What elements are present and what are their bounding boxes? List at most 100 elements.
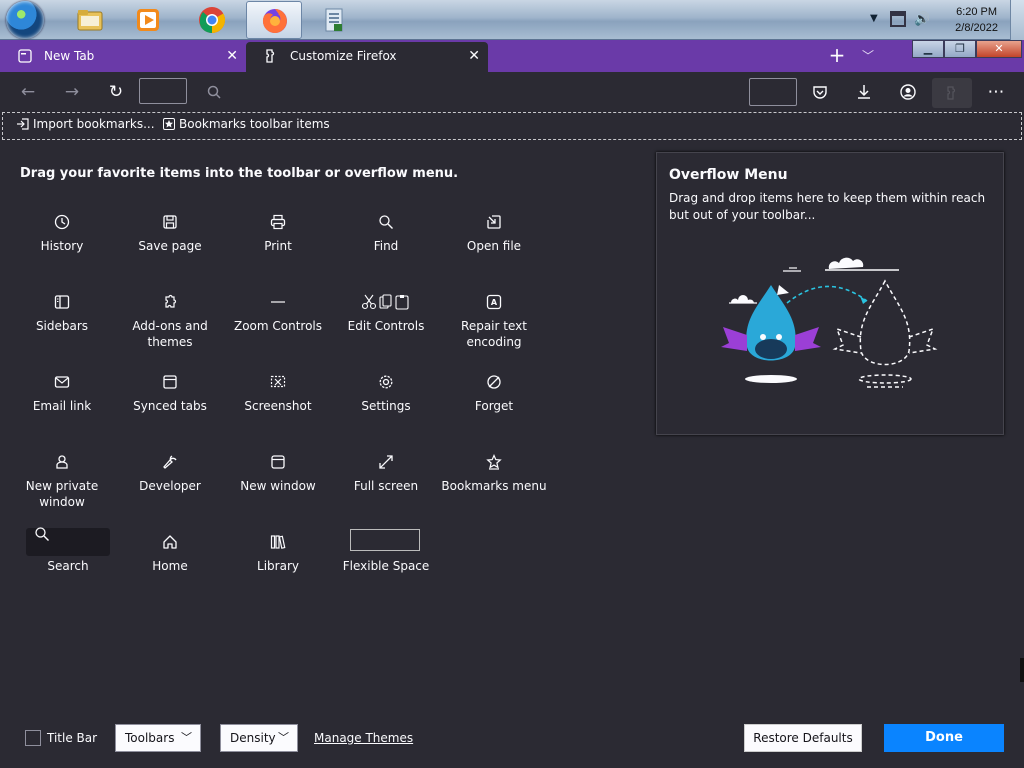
palette-item-label: Library [257,559,299,573]
palette-item-full-screen[interactable]: Full screen [332,444,440,514]
palette-item-search[interactable]: Search [14,524,122,594]
flexible-space-placeholder[interactable] [139,78,187,104]
palette-item-label: Screenshot [244,399,312,413]
fullscreen-icon [379,455,393,469]
close-tab-icon[interactable]: ✕ [226,42,238,70]
bookmarks-toolbar-items[interactable]: Bookmarks toolbar items [163,117,330,131]
toolbars-dropdown[interactable]: Toolbars ﹀ [115,724,201,752]
palette-item-screenshot[interactable]: Screenshot [224,364,332,434]
developer-icon [163,455,177,469]
clock[interactable]: 6:20 PM 2/8/2022 [955,4,998,36]
window-resize-grip[interactable] [1020,658,1024,682]
restore-button[interactable]: ❐ [944,40,976,58]
chevron-down-icon: ﹀ [861,49,874,63]
more-icon: ⋯ [987,82,1005,102]
taskbar-app-firefox[interactable] [246,1,302,39]
svg-text:A: A [491,298,498,307]
palette-item-history[interactable]: History [8,204,116,274]
list-all-tabs-button[interactable]: ﹀ [858,46,878,66]
restore-icon: ❐ [955,42,965,55]
palette-item-open-file[interactable]: Open file [440,204,548,274]
title-bar-checkbox[interactable] [25,730,41,746]
manage-themes-link[interactable]: Manage Themes [314,731,413,745]
chevron-down-icon: ﹀ [181,731,192,744]
palette-item-print[interactable]: Print [224,204,332,274]
close-icon: ✕ [994,42,1004,55]
tab-new-tab[interactable]: New Tab ✕ [0,42,246,72]
palette-item-flexible-space[interactable]: Flexible Space [332,524,440,594]
folder-icon [77,10,103,31]
palette-item-label: Flexible Space [342,559,430,573]
palette-item-save-page[interactable]: Save page [116,204,224,274]
flexible-space-placeholder-right[interactable] [749,78,797,106]
palette-item-label: Home [152,559,188,573]
tab-label: Customize Firefox [290,49,397,63]
close-window-button[interactable]: ✕ [976,40,1022,58]
taskbar-app-document[interactable] [306,1,362,39]
taskbar-app-explorer[interactable] [62,1,118,39]
palette-item-edit-controls[interactable]: Edit Controls [332,284,440,354]
palette-item-developer[interactable]: Developer [116,444,224,514]
import-bookmarks-button[interactable]: Import bookmarks... [17,117,155,131]
import-icon [17,118,29,130]
close-tab-icon[interactable]: ✕ [468,42,480,70]
forward-arrow-icon: → [64,82,80,102]
new-window-icon [271,455,285,469]
palette-item-label: History [40,239,84,253]
taskbar-app-chrome[interactable] [184,1,240,39]
palette-item-settings[interactable]: Settings [332,364,440,434]
palette-item-library[interactable]: Library [224,524,332,594]
show-desktop-button[interactable] [1010,0,1024,40]
overflow-menu-button[interactable]: ⋯ [984,80,1008,104]
tray-overflow-icon[interactable]: ▼ [870,13,878,24]
palette-item-bookmarks-menu[interactable]: Bookmarks menu [440,444,548,514]
start-button[interactable] [6,1,44,39]
palette-item-new-window[interactable]: New window [224,444,332,514]
palette-item-synced-tabs[interactable]: Synced tabs [116,364,224,434]
star-icon [163,118,175,130]
puzzle-icon [266,49,275,63]
import-bookmarks-label: Import bookmarks... [33,117,155,131]
palette-item-label: Bookmarks menu [441,479,547,493]
new-tab-button[interactable]: + [826,44,848,66]
private-window-icon [56,455,68,469]
library-icon [270,535,286,549]
density-dropdown[interactable]: Density ﹀ [220,724,298,752]
palette-item-label: Open file [466,239,522,253]
palette-item-sidebars[interactable]: Sidebars [8,284,116,354]
sidebar-icon [54,295,70,309]
palette-item-home[interactable]: Home [116,524,224,594]
palette-item-email-link[interactable]: Email link [8,364,116,434]
extensions-icon [947,86,956,100]
volume-icon[interactable]: 🔊 [914,12,930,27]
palette-item-zoom-controls[interactable]: Zoom Controls [224,284,332,354]
pocket-icon [813,86,827,99]
forget-icon [487,375,501,389]
reload-button[interactable]: ↻ [104,80,128,104]
done-button[interactable]: Done [884,724,1004,752]
reload-icon: ↻ [108,82,124,102]
bookmarks-toolbar-items-label: Bookmarks toolbar items [179,117,330,131]
account-button[interactable] [896,80,920,104]
downloads-button[interactable] [852,80,876,104]
palette-item-addons[interactable]: Add-ons and themes [116,284,224,354]
palette-item-label: New window [240,479,316,493]
palette-item-new-private-window[interactable]: New private window [8,444,116,514]
taskbar-app-media-player[interactable] [120,1,176,39]
restore-defaults-button[interactable]: Restore Defaults [744,724,862,752]
urlbar-search-icon[interactable] [202,80,226,104]
tab-customize-firefox[interactable]: Customize Firefox ✕ [246,42,488,72]
network-icon[interactable] [890,11,906,27]
extensions-button[interactable] [932,78,972,108]
palette-item-forget[interactable]: Forget [440,364,548,434]
addons-icon [165,294,177,308]
minimize-button[interactable]: ▁ [912,40,944,58]
new-tab-icon [18,49,32,63]
palette-item-repair-text-encoding[interactable]: A Repair text encoding [440,284,548,354]
forward-button[interactable]: → [60,80,84,104]
tab-strip: New Tab ✕ Customize Firefox ✕ + ﹀ ▁ ❐ ✕ [0,40,1024,72]
palette-item-find[interactable]: Find [332,204,440,274]
overflow-menu-panel[interactable]: Overflow Menu Drag and drop items here t… [656,152,1004,435]
pocket-button[interactable] [808,80,832,104]
back-button[interactable]: ← [16,80,40,104]
